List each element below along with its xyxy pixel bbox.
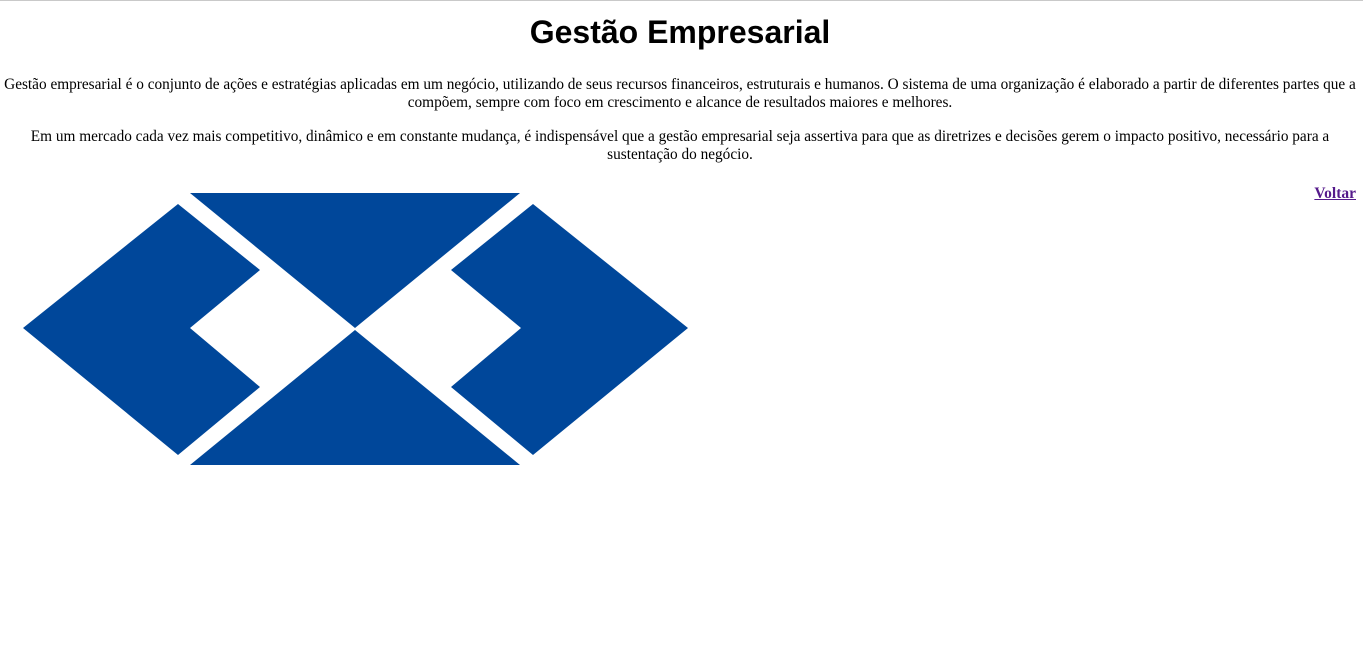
logo-left-chevron xyxy=(23,204,260,455)
logo-right-chevron xyxy=(451,204,688,455)
back-link[interactable]: Voltar xyxy=(1314,185,1356,203)
blue-geometric-logo-icon xyxy=(23,193,688,465)
